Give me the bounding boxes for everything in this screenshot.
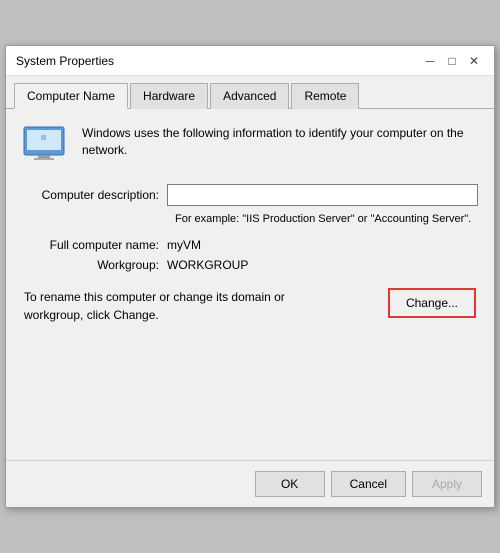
computer-icon bbox=[22, 125, 70, 168]
title-bar: System Properties ─ □ ✕ bbox=[6, 46, 494, 76]
full-name-label: Full computer name: bbox=[22, 238, 167, 252]
close-button[interactable]: ✕ bbox=[464, 51, 484, 71]
workgroup-label: Workgroup: bbox=[22, 258, 167, 272]
workgroup-value: WORKGROUP bbox=[167, 258, 248, 272]
info-section: Windows uses the following information t… bbox=[22, 125, 478, 168]
change-button[interactable]: Change... bbox=[388, 288, 476, 318]
tab-advanced[interactable]: Advanced bbox=[210, 83, 289, 109]
window-controls: ─ □ ✕ bbox=[420, 51, 484, 71]
system-properties-window: System Properties ─ □ ✕ Computer Name Ha… bbox=[5, 45, 495, 507]
change-section: To rename this computer or change its do… bbox=[22, 288, 478, 324]
tab-remote[interactable]: Remote bbox=[291, 83, 359, 109]
full-name-value: myVM bbox=[167, 238, 201, 252]
computer-description-row: Computer description: bbox=[22, 184, 478, 206]
ok-button[interactable]: OK bbox=[255, 471, 325, 497]
minimize-button[interactable]: ─ bbox=[420, 51, 440, 71]
full-computer-name-row: Full computer name: myVM bbox=[22, 238, 478, 252]
form-section: Computer description: For example: "IIS … bbox=[22, 184, 478, 271]
tab-content: Windows uses the following information t… bbox=[6, 109, 494, 459]
window-title: System Properties bbox=[16, 54, 114, 68]
info-description: Windows uses the following information t… bbox=[82, 125, 478, 159]
apply-button[interactable]: Apply bbox=[412, 471, 482, 497]
tab-bar: Computer Name Hardware Advanced Remote bbox=[6, 76, 494, 109]
workgroup-row: Workgroup: WORKGROUP bbox=[22, 258, 478, 272]
computer-description-hint: For example: "IIS Production Server" or … bbox=[175, 212, 478, 227]
tab-computer-name[interactable]: Computer Name bbox=[14, 83, 128, 109]
footer: OK Cancel Apply bbox=[6, 460, 494, 507]
tab-hardware[interactable]: Hardware bbox=[130, 83, 208, 109]
maximize-button[interactable]: □ bbox=[442, 51, 462, 71]
content-spacer bbox=[22, 324, 478, 444]
computer-description-label: Computer description: bbox=[22, 188, 167, 202]
cancel-button[interactable]: Cancel bbox=[331, 471, 406, 497]
change-description: To rename this computer or change its do… bbox=[24, 288, 334, 324]
computer-description-input[interactable] bbox=[167, 184, 478, 206]
